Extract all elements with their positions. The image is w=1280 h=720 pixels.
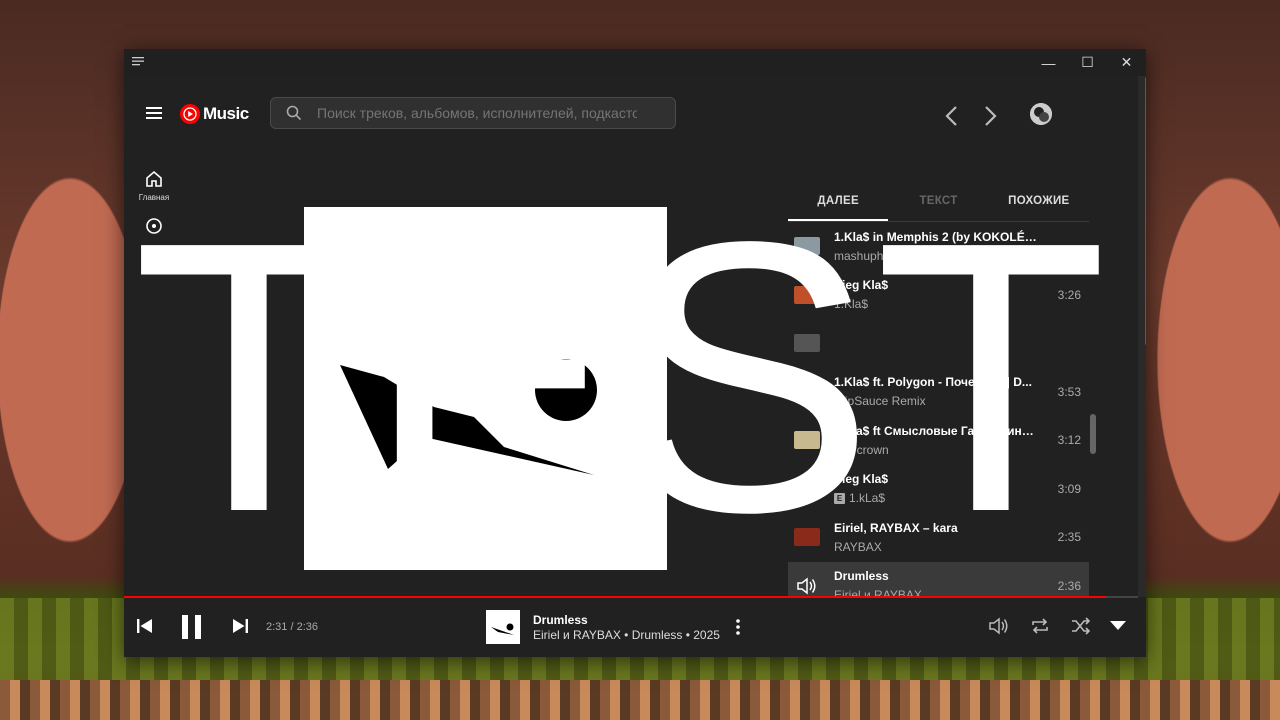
now-playing-subtitle[interactable]: Eiriel и RAYBAX • Drumless • 2025 <box>533 628 720 642</box>
track-duration: 3:09 <box>1057 481 1081 496</box>
app-menu-icon[interactable] <box>132 56 144 66</box>
track-thumbnail <box>794 528 820 547</box>
queue-item[interactable]: 1.Kla$ ft. Polygon - Почему ... | D... T… <box>788 368 1089 417</box>
forward-arrow-icon[interactable] <box>984 105 998 127</box>
logo-text: Music <box>203 104 249 123</box>
shuffle-icon <box>1072 617 1091 635</box>
close-button[interactable]: ✕ <box>1107 49 1146 76</box>
side-panel-tabs: ДАЛЕЕ ТЕКСТ ПОХОЖИЕ <box>788 189 1089 222</box>
shuffle-button[interactable] <box>1070 616 1092 636</box>
queue-item[interactable]: Sieg Kla$ E 1.kLa$ 3:09 <box>788 465 1089 514</box>
track-artist: Ilsercrown <box>834 443 1041 457</box>
maximize-button[interactable]: ☐ <box>1068 49 1107 76</box>
track-artist: RAYBAX <box>834 540 1041 554</box>
volume-icon <box>989 617 1008 635</box>
track-artist-name: Ilsercrown <box>834 442 889 457</box>
track-thumbnail <box>794 431 820 450</box>
track-artist-name: mashuph <box>834 248 884 263</box>
search-box[interactable] <box>270 97 676 129</box>
app-header: Music <box>124 76 1138 148</box>
track-thumbnail <box>794 285 820 304</box>
tab-related[interactable]: ПОХОЖИЕ <box>989 189 1089 221</box>
queue-item[interactable] <box>788 319 1089 368</box>
skip-next-icon <box>233 619 248 633</box>
window-scrollbar-thumb[interactable] <box>1145 76 1146 346</box>
track-title: Sieg Kla$ <box>834 278 889 293</box>
expand-player-button[interactable] <box>1110 620 1126 630</box>
back-arrow-icon[interactable] <box>944 105 958 127</box>
player-bar: 2:31 / 2:36 Drumless Eiriel и RAYBAX • D… <box>124 598 1146 657</box>
pause-icon <box>182 615 201 639</box>
repeat-icon <box>1032 618 1048 634</box>
pause-button[interactable] <box>180 614 204 640</box>
left-navigation: Главная <box>124 169 184 250</box>
track-thumbnail <box>794 479 820 498</box>
track-duration: 3:26 <box>1057 287 1081 302</box>
track-artist: TripSauce Remix <box>834 394 1041 408</box>
explicit-badge: E <box>834 492 845 504</box>
desktop-background-floor <box>0 680 1280 720</box>
tab-next[interactable]: ДАЛЕЕ <box>788 189 889 221</box>
queue-item[interactable]: Eiriel, RAYBAX – kara RAYBAX 2:35 <box>788 513 1089 562</box>
queue-list: 1.Kla$ in Memphis 2 (by KOKOLÉ) - ... ma… <box>788 222 1089 597</box>
play-logo-icon <box>180 104 200 124</box>
now-playing-title[interactable]: Drumless <box>533 613 588 627</box>
search-input[interactable] <box>315 104 639 122</box>
window-scrollbar[interactable] <box>1138 76 1146 597</box>
youtube-music-logo[interactable]: Music <box>180 104 249 124</box>
track-duration: 3:12 <box>1057 433 1081 448</box>
track-title: 1.Kla$ in Memphis 2 (by KOKOLÉ) - ... <box>834 229 1039 244</box>
repeat-button[interactable] <box>1030 616 1050 636</box>
track-thumbnail <box>794 382 820 401</box>
hamburger-menu-icon[interactable] <box>146 106 162 120</box>
track-title: 1.Kla$ ft. Polygon - Почему ... | D... <box>834 375 1032 390</box>
now-playing-thumbnail[interactable] <box>486 610 520 644</box>
track-thumbnail <box>794 334 820 353</box>
track-artist-name: RAYBAX <box>834 539 882 554</box>
nav-item-label: Главная <box>138 193 170 202</box>
track-artist-name: 1.kLa$ <box>849 491 886 506</box>
nav-item-home[interactable]: Главная <box>124 169 184 202</box>
queue-item[interactable]: Sieg Kla$ 1.Kla$ 3:26 <box>788 271 1089 320</box>
track-artist: mashuph <box>834 249 1041 263</box>
track-title: Drumless <box>834 569 889 584</box>
more-options-button[interactable] <box>735 618 741 641</box>
search-icon <box>286 105 302 121</box>
explore-icon <box>146 218 162 234</box>
queue-item[interactable]: Drumless Eiriel и RAYBAX 2:36 <box>788 561 1089 597</box>
track-artist-name: TripSauce Remix <box>834 394 926 409</box>
nav-item-explore[interactable] <box>124 216 184 236</box>
home-icon <box>146 170 162 187</box>
track-thumbnail <box>794 237 820 256</box>
track-title: 1.Kla$ ft Смысловые Галлюцинац... <box>834 423 1039 438</box>
track-artist-name: 1.Kla$ <box>834 297 869 312</box>
tab-lyrics[interactable]: ТЕКСТ <box>888 189 988 221</box>
chevron-down-icon <box>1110 621 1126 630</box>
overlay-album-art <box>304 207 667 570</box>
previous-button[interactable] <box>136 618 154 634</box>
more-vertical-icon <box>736 619 740 635</box>
track-duration: 2:35 <box>1057 530 1081 545</box>
track-artist: 1.Kla$ <box>834 297 1041 311</box>
track-title: Sieg Kla$ <box>834 472 889 487</box>
now-playing-speaker-icon <box>797 577 816 595</box>
time-display: 2:31 / 2:36 <box>266 621 318 633</box>
queue-item[interactable]: 1.Kla$ ft Смысловые Галлюцинац... Ilserc… <box>788 416 1089 465</box>
next-button[interactable] <box>231 618 249 634</box>
track-title: Eiriel, RAYBAX – kara <box>834 520 958 535</box>
track-duration: 2:36 <box>1057 578 1081 593</box>
track-duration: 3:53 <box>1057 384 1081 399</box>
queue-scrollbar-thumb[interactable] <box>1090 414 1096 454</box>
minimize-button[interactable]: — <box>1029 49 1068 76</box>
skip-previous-icon <box>137 619 152 633</box>
queue-item[interactable]: 1.Kla$ in Memphis 2 (by KOKOLÉ) - ... ma… <box>788 222 1089 271</box>
title-bar[interactable]: — ☐ ✕ <box>124 49 1146 76</box>
track-artist: E 1.kLa$ <box>834 491 1041 505</box>
volume-button[interactable] <box>988 616 1010 636</box>
user-avatar[interactable] <box>1030 103 1052 125</box>
